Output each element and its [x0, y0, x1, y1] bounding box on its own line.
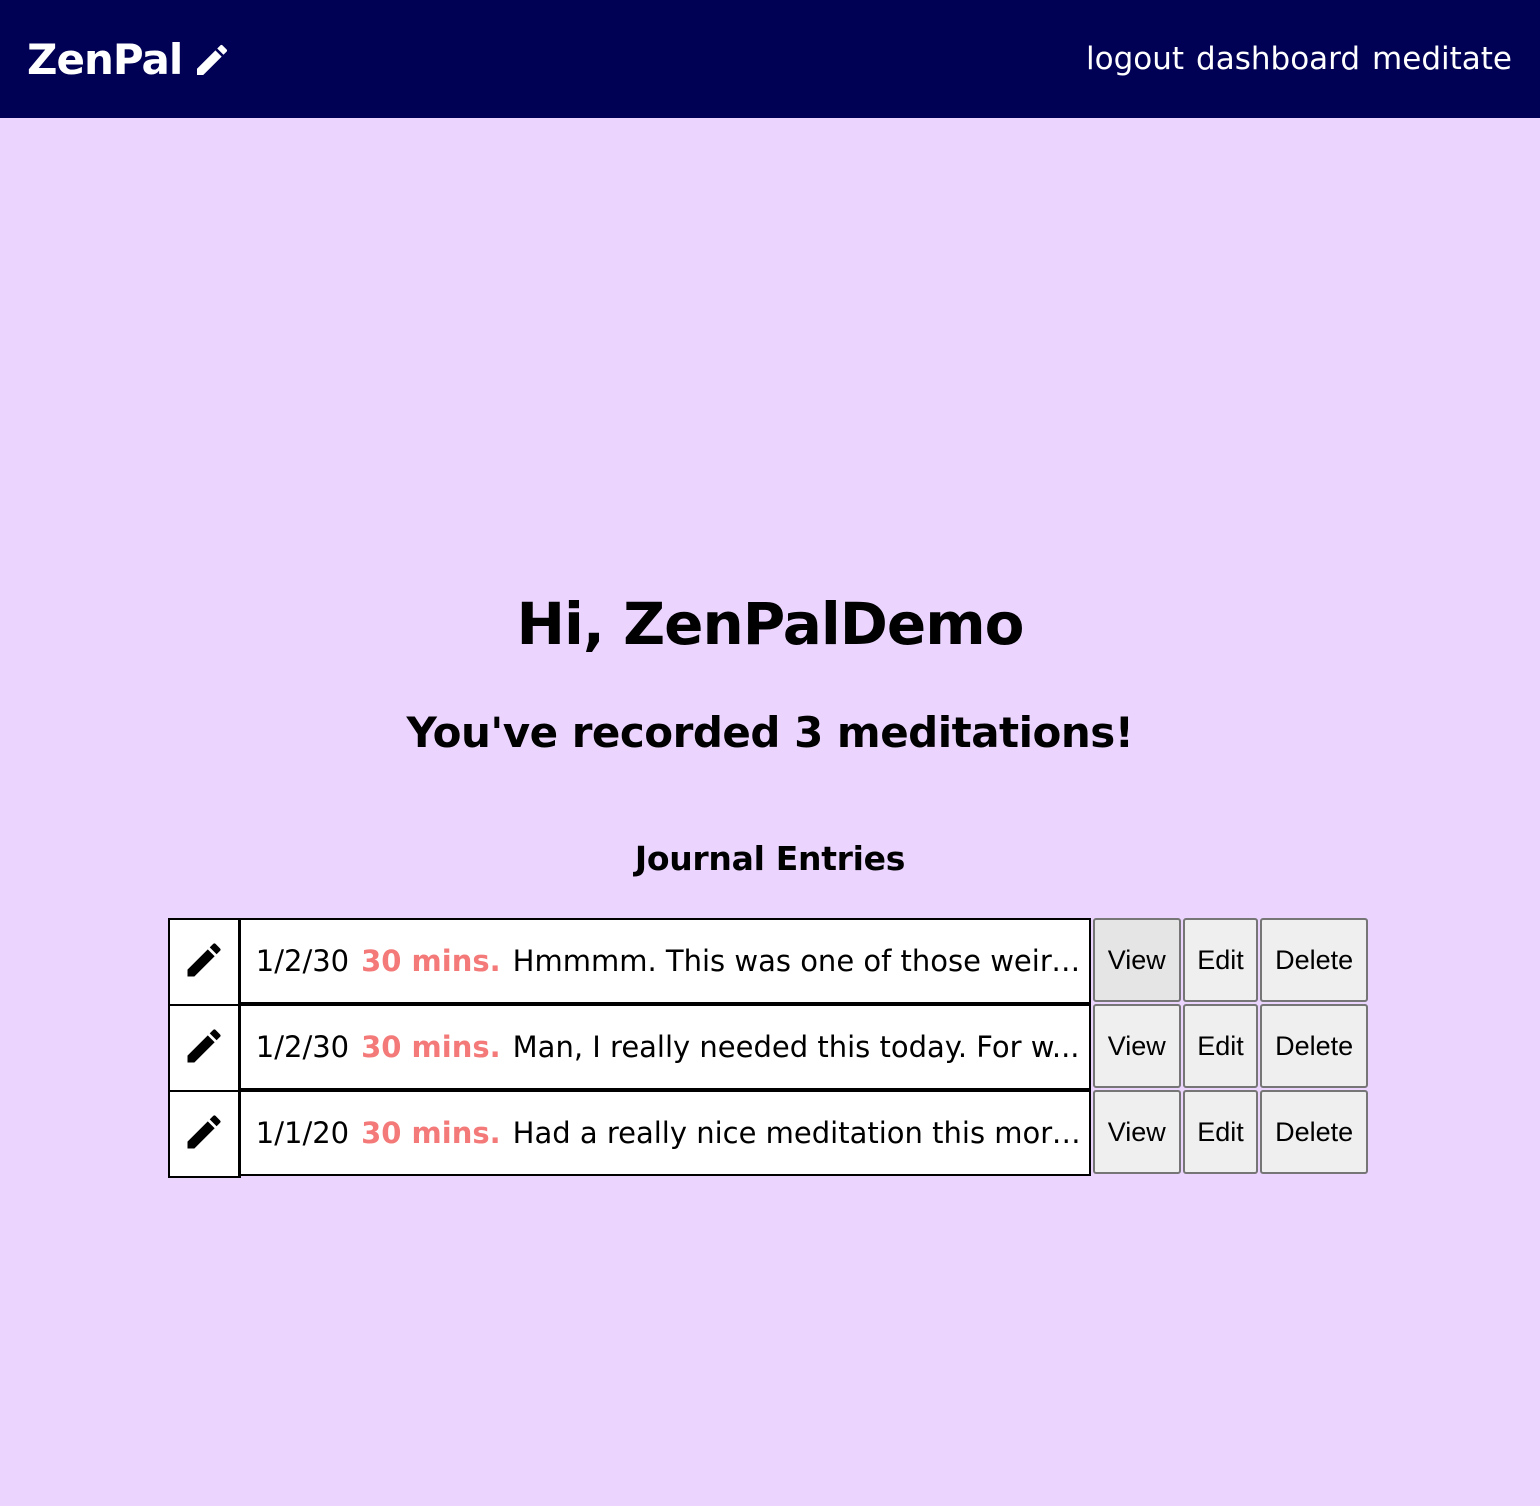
nav-links: logout dashboard meditate	[1086, 36, 1512, 82]
nav-link-dashboard[interactable]: dashboard	[1196, 36, 1360, 82]
brand-name: ZenPal	[27, 35, 183, 84]
entry-excerpt: Hmmmm. This was one of those weird...	[512, 944, 1083, 978]
entry-summary: 1/2/30 30 mins. Hmmmm. This was one of t…	[240, 918, 1091, 1004]
entry-date: 1/2/30	[255, 944, 350, 978]
entry-excerpt: Man, I really needed this today. For w..…	[512, 1030, 1080, 1064]
pencil-icon	[182, 1024, 226, 1073]
greeting-heading: Hi, ZenPalDemo	[516, 590, 1024, 658]
view-entry-button[interactable]: View	[1092, 1090, 1181, 1174]
view-entry-button[interactable]: View	[1092, 918, 1181, 1002]
meditation-count-summary: You've recorded 3 meditations!	[406, 708, 1134, 757]
view-entry-button[interactable]: View	[1092, 1004, 1181, 1088]
delete-entry-button[interactable]: Delete	[1260, 1004, 1368, 1088]
journal-entry-row: 1/2/30 30 mins. Hmmmm. This was one of t…	[168, 918, 1368, 1006]
journal-entry-row: 1/1/20 30 mins. Had a really nice medita…	[168, 1090, 1368, 1178]
pencil-icon	[182, 938, 226, 987]
journal-entries-list: 1/2/30 30 mins. Hmmmm. This was one of t…	[168, 918, 1368, 1178]
nav-link-meditate[interactable]: meditate	[1372, 36, 1512, 82]
brand-logo[interactable]: ZenPal	[27, 30, 232, 90]
entry-icon-cell	[168, 1090, 241, 1178]
delete-entry-button[interactable]: Delete	[1260, 918, 1368, 1002]
edit-entry-button[interactable]: Edit	[1182, 1004, 1259, 1088]
entry-date: 1/1/20	[255, 1116, 350, 1150]
delete-entry-button[interactable]: Delete	[1260, 1090, 1368, 1174]
entry-summary: 1/1/20 30 mins. Had a really nice medita…	[240, 1090, 1091, 1176]
pencil-icon	[192, 40, 232, 80]
edit-entry-button[interactable]: Edit	[1182, 918, 1259, 1002]
entry-summary: 1/2/30 30 mins. Man, I really needed thi…	[240, 1004, 1091, 1090]
top-navbar: ZenPal logout dashboard meditate	[0, 0, 1540, 118]
journal-entries-title: Journal Entries	[634, 839, 906, 878]
edit-entry-button[interactable]: Edit	[1182, 1090, 1259, 1174]
entry-icon-cell	[168, 918, 241, 1006]
entry-duration: 30 mins.	[361, 1030, 501, 1064]
entry-date: 1/2/30	[255, 1030, 350, 1064]
entry-duration: 30 mins.	[361, 944, 501, 978]
pencil-icon	[182, 1110, 226, 1159]
entry-excerpt: Had a really nice meditation this morni.…	[512, 1116, 1083, 1150]
entry-icon-cell	[168, 1004, 241, 1092]
journal-entry-row: 1/2/30 30 mins. Man, I really needed thi…	[168, 1004, 1368, 1092]
entry-duration: 30 mins.	[361, 1116, 501, 1150]
nav-link-logout[interactable]: logout	[1086, 36, 1184, 82]
